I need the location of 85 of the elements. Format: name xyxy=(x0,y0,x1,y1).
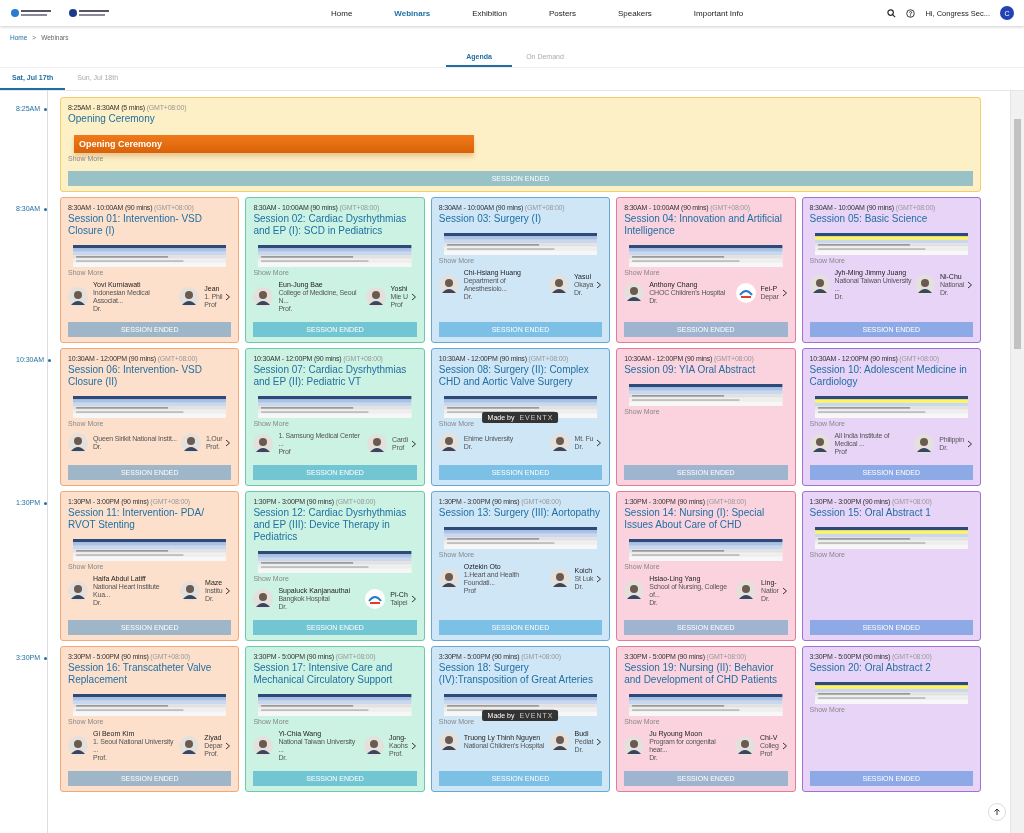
society-logo[interactable] xyxy=(10,8,54,18)
chevron-right-icon[interactable] xyxy=(225,742,232,750)
avatar xyxy=(68,287,88,307)
chevron-right-icon[interactable] xyxy=(596,439,603,447)
avatar xyxy=(68,736,88,756)
avatar xyxy=(367,434,388,454)
chevron-right-icon[interactable] xyxy=(967,281,973,289)
session-title[interactable]: Session 18: Surgery (IV):Transposition of Great Arteries xyxy=(438,662,603,686)
help-icon[interactable] xyxy=(906,8,916,18)
avatar xyxy=(180,581,201,601)
session-title[interactable]: Session 15: Oral Abstract 1 xyxy=(809,507,973,519)
chevron-right-icon[interactable] xyxy=(596,281,603,289)
session-title[interactable]: Session 03: Surgery (I) xyxy=(438,213,603,225)
avatar xyxy=(736,581,757,601)
session-title[interactable]: Session 13: Surgery (III): Aortopathy xyxy=(438,507,603,519)
nav-link[interactable]: Important Info xyxy=(672,8,765,18)
logo-avatar xyxy=(735,283,756,303)
avatar xyxy=(438,433,459,453)
nav-link[interactable]: Speakers xyxy=(597,8,673,18)
chevron-right-icon[interactable] xyxy=(967,440,973,448)
chevron-right-icon[interactable] xyxy=(596,738,603,746)
avatar xyxy=(549,569,570,589)
session-title[interactable]: Session 19: Nursing (II): Behavior and Development of CHD Patients xyxy=(624,662,788,686)
session-title[interactable]: Session 11: Intervention- PDA/ RVOT Stenting xyxy=(68,507,232,531)
avatar xyxy=(253,589,274,609)
session-title[interactable]: Session 02: Cardiac Dysrhythmias and EP (I): SCD in Pediatrics xyxy=(253,213,417,237)
avatar xyxy=(624,581,645,601)
session-title[interactable]: Session 10: Adolescent Medicine in Cardiology xyxy=(809,364,973,388)
avatar xyxy=(734,736,755,756)
avatar xyxy=(438,275,459,295)
search-icon[interactable] xyxy=(887,8,897,18)
chevron-right-icon[interactable] xyxy=(225,293,232,301)
scrollbar[interactable] xyxy=(1010,91,1024,833)
session-title[interactable]: Session 05: Basic Science xyxy=(809,213,973,225)
session-title[interactable]: Session 14: Nursing (I): Special Issues About Care of CHD xyxy=(624,507,788,531)
avatar xyxy=(68,433,88,453)
chevron-right-icon[interactable] xyxy=(410,595,417,603)
avatar xyxy=(624,283,645,303)
avatar xyxy=(365,287,386,307)
chevron-right-icon[interactable] xyxy=(781,587,788,595)
chevron-right-icon[interactable] xyxy=(225,439,232,447)
session-title[interactable]: Opening Ceremony xyxy=(68,113,973,125)
session-title[interactable]: Session 17: Intensive Care and Mechanical Circulatory Support xyxy=(253,662,417,686)
avatar xyxy=(253,434,274,454)
avatar xyxy=(253,287,274,307)
avatar xyxy=(363,736,384,756)
session-title[interactable]: Session 01: Intervention- VSD Closure (I) xyxy=(68,213,232,237)
avatar xyxy=(809,434,830,454)
chevron-right-icon[interactable] xyxy=(410,293,417,301)
chevron-right-icon[interactable] xyxy=(781,742,788,750)
session-title[interactable]: Session 06: Intervention- VSD Closure (II) xyxy=(68,364,232,388)
avatar xyxy=(179,736,200,756)
avatar xyxy=(914,275,935,295)
avatar xyxy=(438,732,459,752)
chevron-right-icon[interactable] xyxy=(596,575,603,583)
arrow-up-icon xyxy=(993,808,1001,816)
logo-avatar xyxy=(365,589,386,609)
avatar xyxy=(253,736,274,756)
chevron-right-icon[interactable] xyxy=(225,587,232,595)
nav-link[interactable]: Posters xyxy=(527,8,598,18)
session-title[interactable]: Session 04: Innovation and Artificial Intelligence xyxy=(624,213,788,237)
session-title[interactable]: Session 07: Cardiac Dysrhythmias and EP (II): Pediatric VT xyxy=(253,364,417,388)
nav-link[interactable]: Webinars xyxy=(373,8,452,18)
chevron-right-icon[interactable] xyxy=(410,742,417,750)
foundation-logo[interactable] xyxy=(68,8,112,18)
session-title[interactable]: Session 09: YIA Oral Abstract xyxy=(624,364,788,376)
avatar xyxy=(624,736,645,756)
session-banner: Opening Ceremony xyxy=(74,135,474,153)
avatar xyxy=(179,287,200,307)
avatar xyxy=(438,569,459,589)
nav-link[interactable]: Exhibition xyxy=(451,8,528,18)
avatar xyxy=(809,275,830,295)
avatar xyxy=(549,433,570,453)
avatar xyxy=(68,581,88,601)
session-title[interactable]: Session 12: Cardiac Dysrhythmias and EP (III): Device Therapy in Pediatrics xyxy=(253,507,417,543)
avatar xyxy=(549,732,570,752)
session-title[interactable]: Session 16: Transcatheter Valve Replacement xyxy=(68,662,232,686)
session-title[interactable]: Session 08: Surgery (II): Complex CHD and Aortic Valve Surgery xyxy=(438,364,603,388)
nav-link[interactable]: Home xyxy=(310,8,374,18)
chevron-right-icon[interactable] xyxy=(781,289,788,297)
chevron-right-icon[interactable] xyxy=(410,440,417,448)
session-title[interactable]: Session 20: Oral Abstract 2 xyxy=(809,662,973,674)
avatar xyxy=(548,275,569,295)
avatar xyxy=(914,434,935,454)
avatar xyxy=(180,433,201,453)
